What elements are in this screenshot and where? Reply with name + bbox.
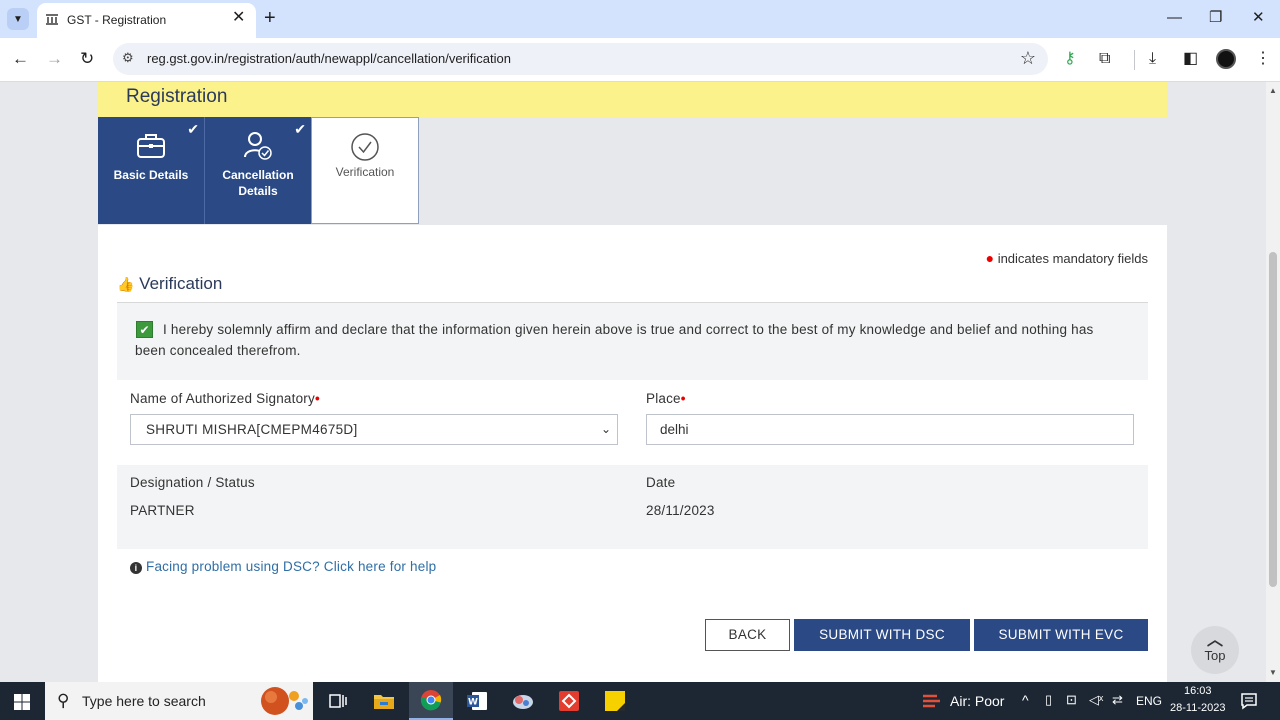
restore-icon[interactable]: ❐ <box>1209 9 1222 27</box>
menu-kebab-icon[interactable]: ⋮ <box>1255 49 1271 69</box>
step-label-verification: Verification <box>335 165 395 179</box>
address-bar[interactable]: ⚙ reg.gst.gov.in/registration/auth/newap… <box>113 43 1048 75</box>
place-label: Place• <box>646 391 686 406</box>
scroll-up-arrow-icon[interactable]: ▲ <box>1269 86 1277 95</box>
mandatory-dot-icon: ● <box>985 250 995 266</box>
air-quality-icon <box>923 694 940 708</box>
site-info-icon[interactable]: ⚙ <box>122 50 134 66</box>
signatory-select[interactable]: SHRUTI MISHRA[CMEPM4675D] ⌄ <box>130 414 618 445</box>
scroll-down-arrow-icon[interactable]: ▼ <box>1269 668 1277 677</box>
extension-key-icon[interactable]: ⚷ <box>1064 49 1076 69</box>
signatory-value: SHRUTI MISHRA[CMEPM4675D] <box>146 422 358 437</box>
date-label: Date <box>646 475 676 490</box>
place-input[interactable]: delhi <box>646 414 1134 445</box>
top-label: Top <box>1204 648 1226 663</box>
page-title: Registration <box>126 86 228 107</box>
step-label-cancellation-details: Cancellation Details <box>222 168 294 198</box>
step-verification[interactable]: Verification <box>311 117 419 224</box>
clock-date[interactable]: 28-11-2023 <box>1170 702 1225 714</box>
gst-favicon-icon <box>46 14 58 25</box>
windows-taskbar: ⚲ Type here to search W Air: Poor ^ ▯ ⊡ … <box>0 682 1280 720</box>
chevron-up-icon: ︿ <box>1206 632 1223 649</box>
step-basic-details[interactable]: ✔ Basic Details <box>98 117 205 224</box>
profile-avatar[interactable] <box>1216 49 1236 69</box>
scroll-to-top-button[interactable]: ︿ Top <box>1191 626 1239 674</box>
file-explorer-icon[interactable] <box>362 682 406 720</box>
page-viewport: Registration ✔ Basic Details ✔ Cancellat… <box>0 82 1266 682</box>
close-window-icon[interactable]: ✕ <box>1252 9 1265 27</box>
side-panel-icon[interactable]: ◧ <box>1183 49 1198 69</box>
dsc-help-link[interactable]: i Facing problem using DSC? Click here fo… <box>130 559 436 574</box>
chevron-down-icon: ⌄ <box>600 422 611 436</box>
user-check-icon <box>205 131 311 166</box>
scroll-thumb[interactable] <box>1269 252 1277 587</box>
tab-close-icon[interactable]: ✕ <box>232 10 245 26</box>
browser-tabstrip: ▼ GST - Registration ✕ + — ❐ ✕ <box>0 0 1280 38</box>
tab-search-button[interactable]: ▼ <box>7 8 29 30</box>
taskbar-search-placeholder: Type here to search <box>82 693 206 709</box>
briefcase-icon <box>98 131 204 164</box>
toolbar-divider <box>1134 50 1135 70</box>
extensions-puzzle-icon[interactable]: ⧉ <box>1099 49 1110 69</box>
notifications-icon[interactable] <box>1240 692 1258 710</box>
word-icon[interactable]: W <box>455 682 499 720</box>
section-title: Verification <box>139 274 223 293</box>
verification-form: ● indicates mandatory fields 👍 Verificat… <box>98 225 1167 682</box>
designation-date-panel: Designation / Status PARTNER Date 28/11/… <box>117 465 1148 549</box>
air-quality-text[interactable]: Air: Poor <box>950 693 1004 709</box>
minimize-icon[interactable]: — <box>1167 9 1182 27</box>
tab-title: GST - Registration <box>67 13 167 27</box>
registration-banner: Registration <box>98 82 1167 117</box>
anydesk-icon[interactable] <box>547 682 591 720</box>
bookmark-star-icon[interactable]: ☆ <box>1020 48 1036 69</box>
submit-with-evc-button[interactable]: SUBMIT WITH EVC <box>974 619 1148 651</box>
mandatory-note: ● indicates mandatory fields <box>985 250 1148 266</box>
place-value: delhi <box>660 422 689 437</box>
designation-label: Designation / Status <box>130 475 255 490</box>
browser-tab[interactable]: GST - Registration ✕ <box>37 3 256 38</box>
date-value: 28/11/2023 <box>646 503 715 518</box>
declaration-text: I hereby solemnly affirm and declare tha… <box>135 322 1094 358</box>
taskbar-search[interactable]: ⚲ Type here to search <box>45 682 313 720</box>
declaration-panel: ✔ I hereby solemnly affirm and declare t… <box>117 303 1148 380</box>
new-tab-icon[interactable]: + <box>264 8 276 28</box>
page-scrollbar[interactable]: ▲ ▼ <box>1266 82 1280 682</box>
signatory-label: Name of Authorized Signatory• <box>130 391 320 406</box>
back-button[interactable]: BACK <box>705 619 790 651</box>
section-heading: 👍 Verification <box>117 274 222 294</box>
info-icon: i <box>130 562 142 574</box>
url-text[interactable]: reg.gst.gov.in/registration/auth/newappl… <box>147 51 511 66</box>
sticky-notes-icon[interactable] <box>593 682 637 720</box>
battery-icon[interactable]: ▯ <box>1045 692 1052 708</box>
windows-start-icon[interactable] <box>14 694 30 710</box>
task-view-icon[interactable] <box>316 682 360 720</box>
browser-toolbar: ← → ↻ ⚙ reg.gst.gov.in/registration/auth… <box>0 38 1280 82</box>
designation-value: PARTNER <box>130 503 195 518</box>
submit-with-dsc-button[interactable]: SUBMIT WITH DSC <box>794 619 970 651</box>
chrome-icon[interactable] <box>409 682 453 720</box>
search-icon: ⚲ <box>57 691 70 710</box>
circle-check-icon <box>312 132 418 167</box>
clock-time[interactable]: 16:03 <box>1184 685 1212 697</box>
volume-muted-icon[interactable]: ◁ˣ <box>1089 692 1103 708</box>
step-cancellation-details[interactable]: ✔ Cancellation Details <box>205 117 312 224</box>
language-indicator[interactable]: ENG <box>1136 694 1162 708</box>
show-hidden-icons-icon[interactable]: ^ <box>1022 692 1029 708</box>
network-icon[interactable]: ⊡ <box>1066 692 1077 708</box>
app-cloud-icon[interactable] <box>501 682 545 720</box>
back-icon[interactable]: ← <box>12 49 29 69</box>
step-label-basic-details: Basic Details <box>113 168 189 182</box>
forward-icon[interactable]: → <box>46 49 63 69</box>
input-method-icon[interactable]: ⇄ <box>1112 692 1123 708</box>
download-icon[interactable]: ⤓ <box>1149 49 1156 69</box>
svg-text:W: W <box>468 698 478 708</box>
thumbs-up-icon: 👍 <box>117 276 135 292</box>
search-highlight-icon <box>261 687 308 715</box>
reload-icon[interactable]: ↻ <box>80 49 94 69</box>
